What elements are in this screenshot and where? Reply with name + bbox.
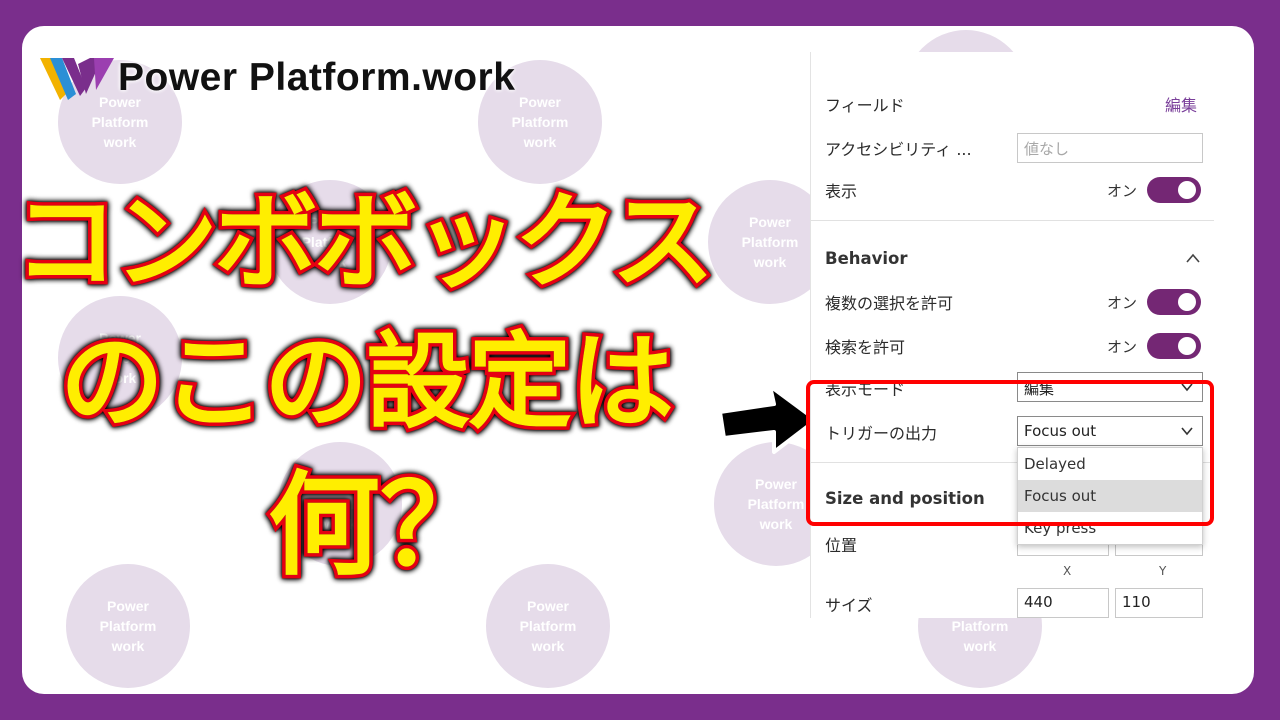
watermark-text: Platform bbox=[91, 114, 149, 130]
size-height-input[interactable]: 110 bbox=[1115, 588, 1203, 618]
size-width-input[interactable]: 440 bbox=[1017, 588, 1109, 618]
properties-panel: フィールド 編集 アクセシビリティ ... 値なし 表示 オン Behavior… bbox=[810, 52, 1214, 618]
watermark-text: Power bbox=[518, 94, 561, 110]
watermark-text: work bbox=[523, 134, 557, 150]
brand-logo-text: Power Platform.work bbox=[118, 56, 516, 99]
search-toggle-label: オン bbox=[1106, 337, 1137, 356]
watermark-circle: Power Platform work bbox=[66, 564, 190, 688]
search-toggle-wrap: オン bbox=[1107, 333, 1201, 359]
watermark-text: work bbox=[759, 516, 793, 532]
multi-select-toggle-wrap: オン bbox=[1107, 289, 1201, 315]
position-y-axis-label: Y bbox=[1159, 564, 1167, 578]
accessibility-label: アクセシビリティ ... bbox=[825, 140, 972, 159]
multi-select-toggle-label: オン bbox=[1106, 293, 1137, 312]
watermark-text: Power bbox=[748, 214, 791, 230]
visible-toggle[interactable] bbox=[1147, 177, 1201, 203]
behavior-title: Behavior bbox=[825, 248, 908, 268]
visible-row: 表示 オン bbox=[811, 172, 1214, 208]
section-divider bbox=[811, 220, 1214, 221]
headline-line-2: のこの設定は bbox=[56, 321, 677, 443]
watermark-text: Platform bbox=[519, 618, 577, 634]
headline-line-3: 何？ bbox=[265, 461, 496, 591]
watermark-text: Platform bbox=[741, 234, 799, 250]
watermark-text: work bbox=[111, 638, 145, 654]
visible-toggle-wrap: オン bbox=[1107, 177, 1201, 203]
size-label: サイズ bbox=[825, 596, 873, 615]
field-label: フィールド bbox=[825, 96, 905, 115]
multi-select-row: 複数の選択を許可 オン bbox=[811, 284, 1214, 320]
multi-select-toggle[interactable] bbox=[1147, 289, 1201, 315]
accessibility-input[interactable]: 値なし bbox=[1017, 133, 1203, 163]
chevron-up-icon[interactable] bbox=[1185, 251, 1201, 265]
search-toggle[interactable] bbox=[1147, 333, 1201, 359]
watermark-text: Power bbox=[754, 476, 797, 492]
field-row: フィールド 編集 bbox=[811, 86, 1214, 122]
watermark-text: Platform bbox=[511, 114, 569, 130]
watermark-text: work bbox=[753, 254, 787, 270]
position-x-axis-label: X bbox=[1063, 564, 1072, 578]
watermark-text: Platform bbox=[747, 496, 805, 512]
watermark-text: Platform bbox=[951, 618, 1009, 634]
watermark-text: work bbox=[531, 638, 565, 654]
watermark-text: Power bbox=[106, 598, 149, 614]
highlight-box bbox=[806, 380, 1214, 526]
watermark-circle: Power Platform work bbox=[486, 564, 610, 688]
field-edit-link[interactable]: 編集 bbox=[1165, 92, 1197, 116]
brand-logo-icon bbox=[40, 58, 114, 100]
brand-logo: Power Platform.work bbox=[38, 54, 515, 102]
position-label: 位置 bbox=[825, 536, 858, 555]
visible-label: 表示 bbox=[825, 182, 858, 201]
accessibility-row: アクセシビリティ ... 値なし bbox=[811, 130, 1214, 166]
search-row: 検索を許可 オン bbox=[811, 328, 1214, 364]
visible-toggle-label: オン bbox=[1106, 181, 1137, 200]
size-row: サイズ 440 110 bbox=[811, 586, 1214, 618]
watermark-text: Platform bbox=[99, 618, 157, 634]
search-label: 検索を許可 bbox=[825, 338, 906, 357]
watermark-text: work bbox=[963, 638, 997, 654]
multi-select-label: 複数の選択を許可 bbox=[825, 294, 954, 313]
watermark-text: Power bbox=[526, 598, 569, 614]
watermark-text: work bbox=[103, 134, 137, 150]
behavior-section-header[interactable]: Behavior bbox=[811, 240, 1214, 276]
headline-line-1: コンボボックス bbox=[11, 181, 719, 303]
